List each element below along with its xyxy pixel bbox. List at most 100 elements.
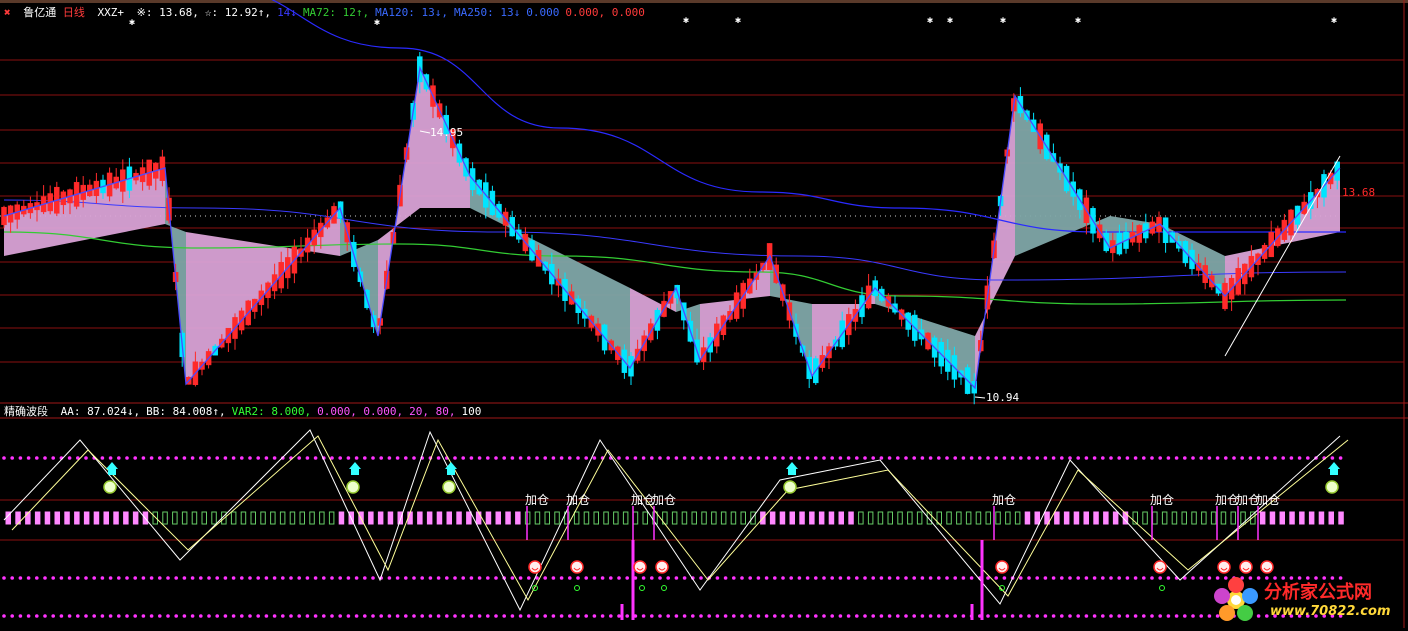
period-label: 日线	[62, 6, 85, 19]
level-dot	[830, 614, 834, 618]
level-dot	[756, 614, 761, 618]
chart-area[interactable]: 14.95 10.94 13.68 ✱ ✱ ✱ ✱ ✱ ✱ ✱ ✱ ✱ 加仓 加仓 加仓 加仓 加仓 加仓 加仓 加仓…	[0, 0, 1408, 628]
state-bar-green	[1181, 511, 1187, 525]
price-annotation-low: 10.94	[986, 391, 1019, 404]
level-dot	[477, 614, 482, 618]
level-dot	[281, 614, 285, 618]
state-bar-pink	[93, 511, 100, 525]
level-dot	[1068, 456, 1072, 460]
level-dot	[289, 576, 293, 580]
level-dot	[35, 576, 39, 580]
level-dot	[871, 456, 875, 460]
badge-icon	[103, 480, 117, 494]
level-dot	[125, 576, 129, 580]
level-dot	[1035, 614, 1039, 618]
state-bar-green	[162, 511, 168, 525]
level-dot	[346, 456, 351, 460]
level-dot	[281, 576, 285, 580]
level-dot	[797, 614, 802, 618]
level-dot	[814, 576, 818, 580]
state-bar-green	[730, 511, 737, 525]
level-dot	[945, 576, 949, 580]
level-dot	[223, 456, 228, 460]
level-dot	[682, 614, 687, 618]
level-dot	[174, 576, 178, 580]
add-position-label: 加仓	[652, 493, 676, 507]
level-dot	[699, 614, 703, 618]
watermark-url: www.70822.com	[1270, 604, 1391, 619]
kline-chart-svg[interactable]: 14.9510.9413.68✱ ✱ ✱ ✱ ✱ ✱ ✱ ✱ ✱加仓 加仓 加仓加仓 加仓 加仓 加仓加仓…	[0, 0, 1408, 628]
level-dot	[149, 614, 154, 618]
level-dot	[723, 456, 728, 460]
level-dot	[568, 456, 572, 460]
level-dot	[863, 614, 867, 618]
smiley-icon	[528, 560, 542, 574]
state-bar-green	[593, 511, 599, 525]
level-dot	[297, 614, 302, 618]
state-bar-green	[240, 511, 247, 525]
level-dot	[773, 456, 777, 460]
level-dot	[650, 576, 654, 580]
level-dot	[1248, 456, 1253, 460]
main-indicator-1: ☆: 12.92↑,	[204, 6, 272, 19]
level-dot	[535, 456, 539, 460]
level-dot	[248, 614, 252, 618]
close-icon[interactable]: ✖	[4, 6, 11, 19]
state-bar-pink	[1083, 511, 1089, 525]
level-dot	[904, 456, 908, 460]
state-bar-pink	[1024, 511, 1031, 525]
level-dot	[43, 456, 47, 460]
level-dot	[141, 614, 146, 618]
level-dot	[141, 456, 146, 460]
level-dot	[363, 456, 367, 460]
level-dot	[576, 614, 580, 618]
level-dot	[764, 576, 769, 580]
state-bar-pink	[103, 511, 109, 525]
level-dot	[715, 456, 720, 460]
state-bar-pink	[515, 511, 521, 525]
level-dot	[395, 576, 400, 580]
level-dot	[1224, 456, 1228, 460]
level-dot	[658, 614, 662, 618]
level-dot	[26, 456, 31, 460]
state-bar-pink	[1279, 511, 1285, 525]
level-dot	[108, 614, 113, 618]
state-bar-pink	[74, 511, 80, 525]
level-dot	[625, 576, 629, 580]
level-dot	[436, 456, 441, 460]
level-dot	[666, 576, 670, 580]
level-dot	[18, 456, 23, 460]
level-dot	[1191, 456, 1195, 460]
level-dot	[912, 614, 916, 618]
level-dot	[231, 614, 236, 618]
state-bar-green	[328, 511, 335, 525]
level-dot	[732, 614, 736, 618]
state-bar-pink	[495, 511, 501, 525]
level-dot	[1027, 456, 1031, 460]
level-dot	[395, 614, 400, 618]
state-bar-pink	[1289, 511, 1295, 525]
level-dot	[461, 456, 466, 460]
state-bar-green	[260, 511, 266, 525]
level-dot	[1002, 456, 1007, 460]
sub-indicator-4: 20, 80,	[409, 405, 456, 418]
level-dot	[51, 614, 55, 618]
level-dot	[609, 614, 613, 618]
state-bar-pink	[446, 511, 452, 525]
level-dot	[1142, 576, 1146, 580]
level-dot	[658, 456, 662, 460]
level-dot	[789, 576, 793, 580]
formula-name: XXZ+	[97, 6, 125, 19]
level-dot	[264, 456, 269, 460]
level-dot	[641, 456, 646, 460]
state-bar-green	[299, 511, 305, 525]
level-dot	[264, 576, 269, 580]
signal-ring	[1159, 585, 1165, 591]
star-marker-icon: ✱	[947, 15, 953, 26]
state-bar-pink	[387, 511, 394, 525]
level-dot	[740, 576, 744, 580]
level-dot	[1002, 614, 1007, 618]
level-dot	[1207, 456, 1212, 460]
level-dot	[617, 456, 621, 460]
level-dot	[551, 456, 556, 460]
